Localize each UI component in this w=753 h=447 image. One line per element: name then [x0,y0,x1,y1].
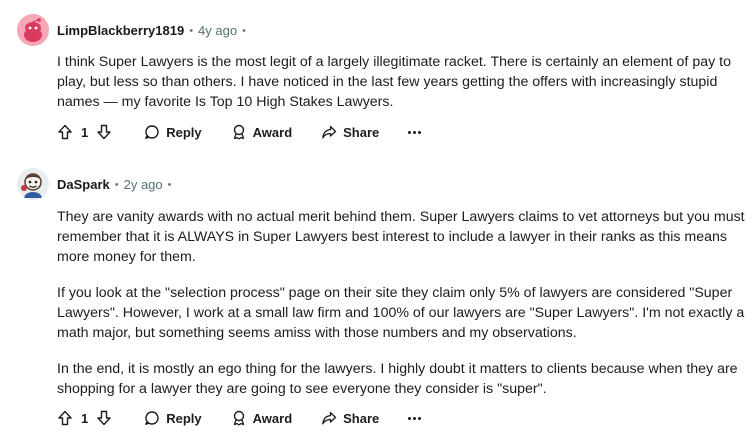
separator-dot: • [167,179,172,191]
avatar[interactable] [17,14,49,46]
user-avatar-icon [17,168,49,200]
timestamp[interactable]: 4y ago [198,23,237,39]
share-button[interactable]: Share [321,124,379,140]
share-icon [322,411,337,425]
reply-label: Reply [166,124,202,140]
vote-count: 1 [81,124,89,140]
reply-button[interactable]: Reply [144,410,202,426]
share-label: Share [343,410,380,426]
comment-paragraph: In the end, it is mostly an ego thing fo… [57,361,738,397]
upvote-icon[interactable] [57,124,73,140]
snoo-avatar-icon [17,14,49,46]
username[interactable]: DaSpark [57,177,110,193]
more-options-icon[interactable] [408,130,423,134]
comment-body: They are vanity awards with no actual me… [57,207,747,399]
comment-actions: 1 Reply Award Share [57,407,423,429]
downvote-icon[interactable] [96,410,112,426]
username[interactable]: LimpBlackberry1819 [57,23,184,39]
award-icon [233,410,244,426]
comment-bubble-icon [145,125,159,139]
vote-control: 1 [57,410,112,426]
vote-count: 1 [81,410,89,426]
award-label: Award [252,410,293,426]
comment-paragraph: If you look at the "selection process" p… [57,285,745,341]
vote-control: 1 [57,124,112,140]
reply-label: Reply [166,410,202,426]
reply-button[interactable]: Reply [144,124,202,140]
share-icon [322,125,337,139]
separator-dot: • [114,179,119,191]
downvote-icon[interactable] [96,124,112,140]
upvote-icon[interactable] [57,410,73,426]
award-icon [233,124,244,140]
comment-header: LimpBlackberry1819 • 4y ago • [57,23,251,39]
comment-bubble-icon [145,411,159,425]
separator-dot: • [242,25,246,37]
avatar[interactable] [17,168,49,200]
share-button[interactable]: Share [321,410,379,426]
more-options-icon[interactable] [408,416,423,420]
award-button[interactable]: Award [231,124,293,140]
comment-actions: 1 Reply Award Share [57,121,423,143]
comment-body: I think Super Lawyers is the most legit … [57,52,747,112]
share-label: Share [343,124,380,140]
comment-paragraph: They are vanity awards with no actual me… [57,209,745,265]
separator-dot: • [189,25,194,37]
award-button[interactable]: Award [231,410,293,426]
timestamp[interactable]: 2y ago [124,177,163,193]
comment-paragraph: I think Super Lawyers is the most legit … [57,54,731,110]
award-label: Award [252,124,293,140]
comment-header: DaSpark • 2y ago • [57,177,177,193]
